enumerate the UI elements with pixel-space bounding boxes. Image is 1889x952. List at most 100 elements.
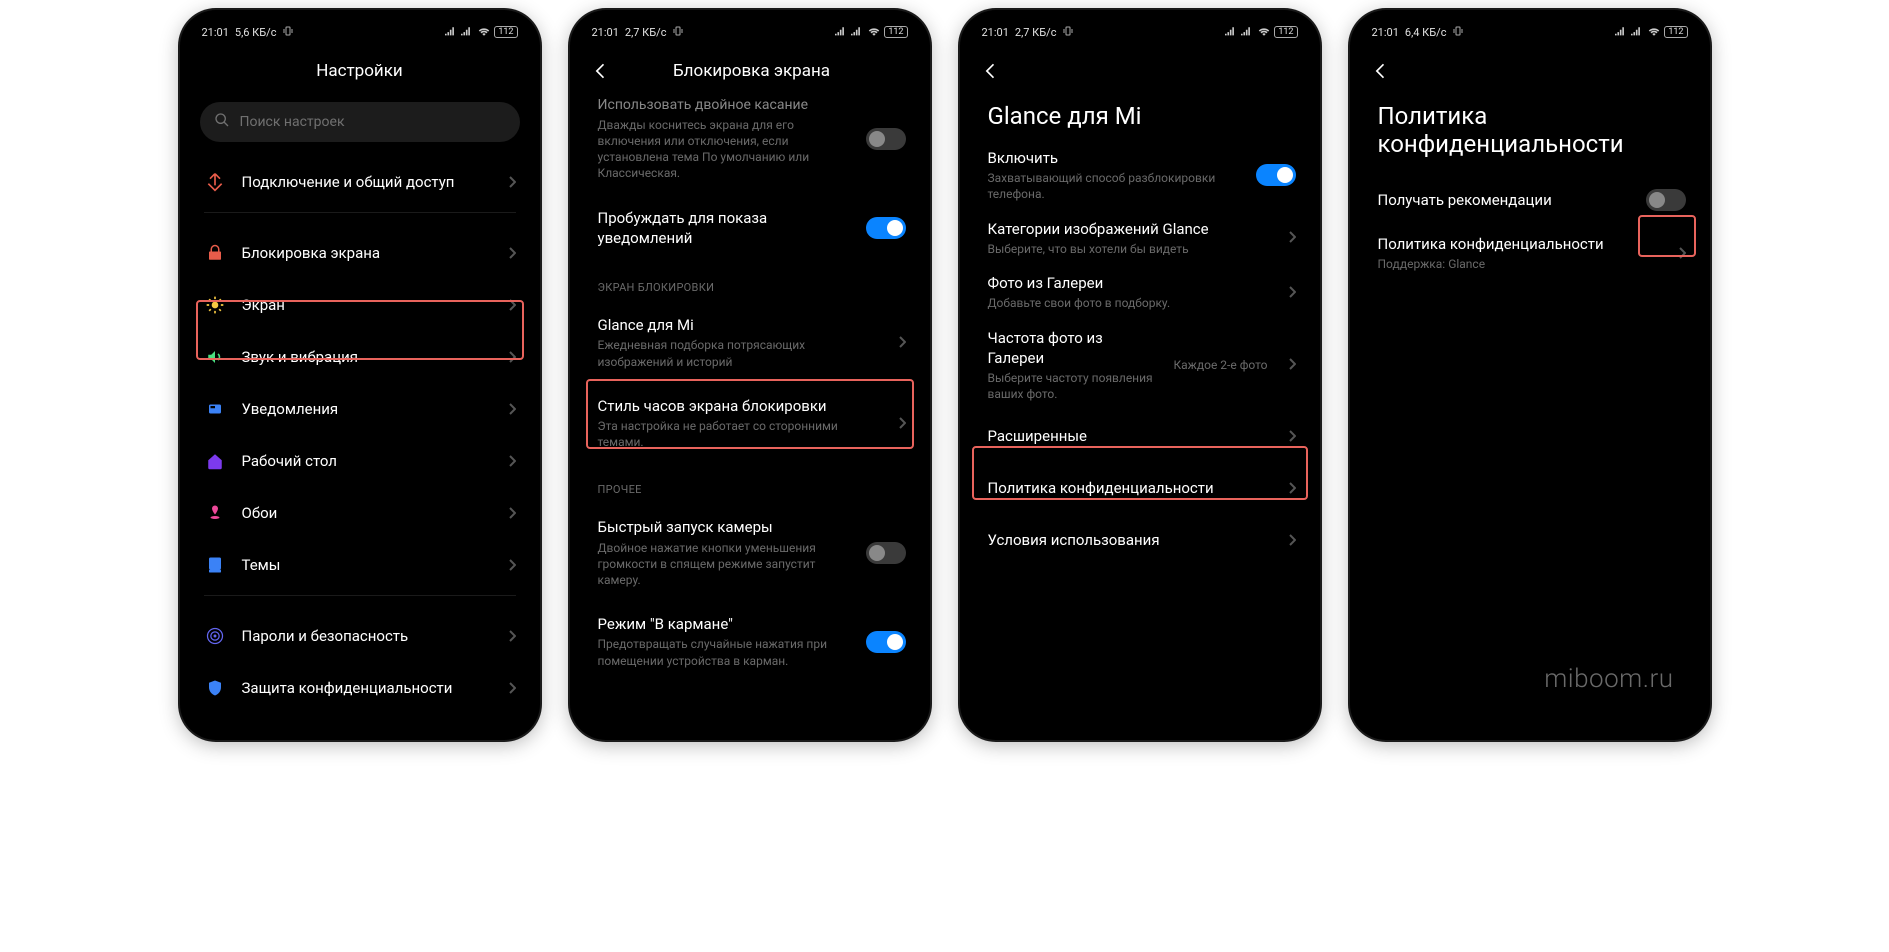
item-glance[interactable]: Glance для Mi Ежедневная подборка потряс… — [576, 302, 924, 383]
item-sub: Эта настройка не работает со сторонними … — [598, 418, 882, 450]
chevron-right-icon — [1288, 355, 1296, 374]
item-gallery-photos[interactable]: Фото из Галереи Добавьте свои фото в под… — [966, 265, 1314, 319]
status-bar: 21:01 2,7 КБ/с 112 — [576, 16, 924, 48]
item-sub: Захватывающий способ разблокировки телеф… — [988, 170, 1240, 202]
toggle-wake[interactable] — [866, 217, 906, 239]
vibrate-icon — [672, 25, 684, 40]
item-wake-notifications[interactable]: Пробуждать для показа уведомлений — [576, 195, 924, 262]
toggle-pocket[interactable] — [866, 631, 906, 653]
share-icon — [204, 171, 226, 193]
settings-item-security[interactable]: Пароли и безопасность — [186, 610, 534, 662]
item-title: Условия использования — [988, 530, 1272, 550]
item-sub: Поддержка: Glance — [1378, 256, 1662, 272]
wifi-icon — [867, 25, 881, 39]
search-icon — [214, 112, 230, 132]
item-label: Защита конфиденциальности — [242, 678, 492, 698]
item-recommendations[interactable]: Получать рекомендации — [1356, 174, 1704, 226]
toggle-enable[interactable] — [1256, 164, 1296, 186]
status-bar: 21:01 5,6 КБ/с 112 — [186, 16, 534, 48]
item-title: Получать рекомендации — [1378, 190, 1630, 210]
wifi-icon — [477, 25, 491, 39]
settings-item-notifications[interactable]: Уведомления — [186, 383, 534, 435]
item-frequency[interactable]: Частота фото из Галереи Выберите частоту… — [966, 320, 1314, 411]
settings-item-display[interactable]: Экран — [186, 279, 534, 331]
status-time: 21:01 — [202, 26, 229, 39]
item-double-tap[interactable]: Использовать двойное касание Дважды косн… — [576, 94, 924, 195]
item-advanced[interactable]: Расширенные — [966, 410, 1314, 462]
item-categories[interactable]: Категории изображений Glance Выберите, ч… — [966, 211, 1314, 265]
shield-icon — [204, 677, 226, 699]
chevron-right-icon — [1288, 427, 1296, 446]
item-sub: Ежедневная подборка потрясающих изображе… — [598, 337, 882, 369]
section-header: ПРОЧЕЕ — [576, 463, 924, 504]
toggle-camera[interactable] — [866, 542, 906, 564]
chevron-right-icon — [508, 173, 516, 192]
item-sub: Дважды коснитесь экрана для его включени… — [598, 117, 850, 182]
back-button[interactable] — [590, 60, 612, 82]
status-time: 21:01 — [1372, 26, 1399, 39]
item-enable[interactable]: Включить Захватывающий способ разблокиро… — [966, 140, 1314, 211]
phone-3: 21:01 2,7 КБ/с 112 Glance для Mi Включит… — [960, 10, 1320, 740]
item-title: Включить — [988, 148, 1240, 168]
phone-1: 21:01 5,6 КБ/с 112 Настройки Поиск настр… — [180, 10, 540, 740]
item-clock-style[interactable]: Стиль часов экрана блокировки Эта настро… — [576, 383, 924, 464]
toggle-double-tap[interactable] — [866, 128, 906, 150]
item-privacy-link[interactable]: Политика конфиденциальности Поддержка: G… — [1356, 226, 1704, 280]
phone-4: 21:01 6,4 КБ/с 112 Политика конфиденциал… — [1350, 10, 1710, 740]
item-title: Режим "В кармане" — [598, 614, 850, 634]
item-label: Пароли и безопасность — [242, 626, 492, 646]
settings-item-connection[interactable]: Подключение и общий доступ — [186, 156, 534, 208]
item-label: Звук и вибрация — [242, 347, 492, 367]
wallpaper-icon — [204, 502, 226, 524]
item-camera-launch[interactable]: Быстрый запуск камеры Двойное нажатие кн… — [576, 504, 924, 601]
battery-icon: 112 — [884, 26, 907, 38]
chevron-right-icon — [508, 556, 516, 575]
chevron-right-icon — [1678, 244, 1686, 263]
chevron-right-icon — [508, 348, 516, 367]
wifi-icon — [1257, 25, 1271, 39]
item-title: Частота фото из Галереи — [988, 328, 1158, 369]
item-label: Темы — [242, 555, 492, 575]
item-sub: Предотвращать случайные нажатия при поме… — [598, 636, 850, 668]
item-title: Glance для Mi — [598, 315, 882, 335]
back-button[interactable] — [980, 60, 1002, 82]
chevron-right-icon — [508, 627, 516, 646]
back-button[interactable] — [1370, 60, 1392, 82]
chevron-right-icon — [1288, 228, 1296, 247]
toggle-recommendations[interactable] — [1646, 189, 1686, 211]
signal-icon-2 — [461, 25, 474, 39]
status-time: 21:01 — [592, 26, 619, 39]
item-privacy-policy[interactable]: Политика конфиденциальности — [966, 462, 1314, 514]
signal-icon — [1615, 25, 1628, 39]
fingerprint-icon — [204, 625, 226, 647]
vibrate-icon — [282, 25, 294, 40]
divider — [204, 212, 516, 213]
chevron-right-icon — [898, 333, 906, 352]
item-sub: Добавьте свои фото в подборку. — [988, 295, 1272, 311]
signal-icon — [445, 25, 458, 39]
vibrate-icon — [1452, 25, 1464, 40]
settings-item-sound[interactable]: Звук и вибрация — [186, 331, 534, 383]
battery-icon: 112 — [1664, 26, 1687, 38]
page-title: Политика конфиденциальности — [1356, 94, 1704, 174]
item-label: Экран — [242, 295, 492, 315]
settings-item-lockscreen[interactable]: Блокировка экрана — [186, 227, 534, 279]
settings-item-home[interactable]: Рабочий стол — [186, 435, 534, 487]
item-terms[interactable]: Условия использования — [966, 514, 1314, 566]
status-speed: 5,6 КБ/с — [235, 26, 277, 39]
search-input[interactable]: Поиск настроек — [200, 102, 520, 142]
status-speed: 6,4 КБ/с — [1405, 26, 1447, 39]
chevron-right-icon — [1288, 531, 1296, 550]
settings-item-themes[interactable]: Темы — [186, 539, 534, 591]
chevron-right-icon — [508, 400, 516, 419]
page-title: Настройки — [200, 61, 520, 81]
settings-item-wallpaper[interactable]: Обои — [186, 487, 534, 539]
status-bar: 21:01 2,7 КБ/с 112 — [966, 16, 1314, 48]
settings-item-privacy[interactable]: Защита конфиденциальности — [186, 662, 534, 714]
item-pocket-mode[interactable]: Режим "В кармане" Предотвращать случайны… — [576, 601, 924, 682]
item-sub: Выберите частоту появления ваших фото. — [988, 370, 1158, 402]
item-value: Каждое 2-е фото — [1173, 358, 1267, 372]
notification-icon — [204, 398, 226, 420]
page-title: Блокировка экрана — [624, 61, 880, 81]
item-label: Подключение и общий доступ — [242, 172, 492, 192]
